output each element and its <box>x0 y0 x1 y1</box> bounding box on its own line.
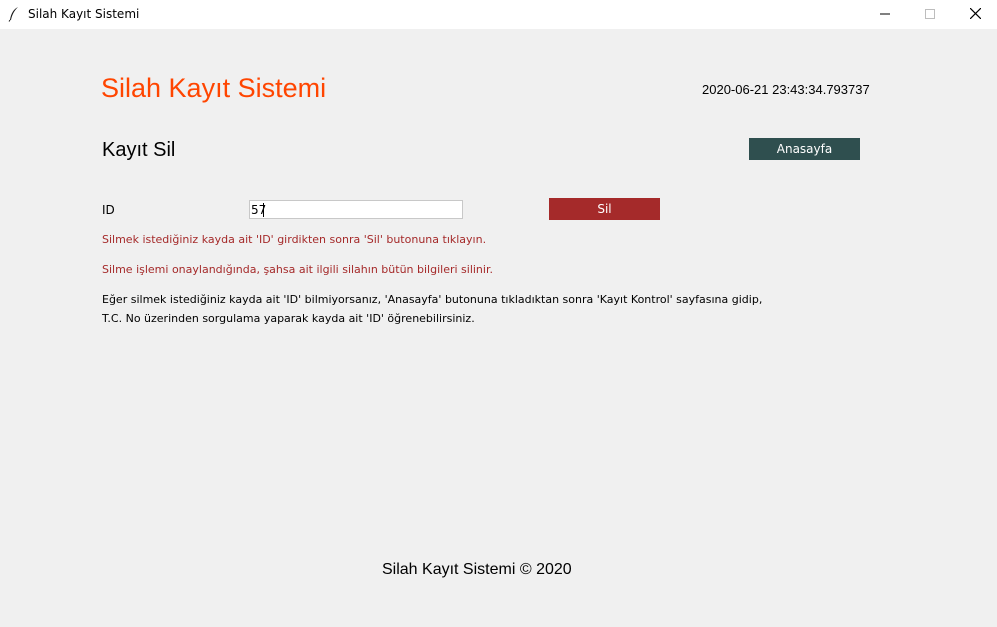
window-titlebar: Silah Kayıt Sistemi <box>0 0 997 29</box>
delete-button[interactable]: Sil <box>549 198 660 220</box>
app-client-area: Silah Kayıt Sistemi 2020-06-21 23:43:34.… <box>0 29 997 627</box>
timestamp: 2020-06-21 23:43:34.793737 <box>702 82 870 97</box>
window-title: Silah Kayıt Sistemi <box>28 7 140 21</box>
home-button[interactable]: Anasayfa <box>749 138 860 160</box>
minimize-icon <box>880 6 890 24</box>
app-title: Silah Kayıt Sistemi <box>101 73 327 103</box>
id-label: ID <box>102 203 115 217</box>
help-message-line2: T.C. No üzerinden sorgulama yaparak kayd… <box>102 312 475 325</box>
warning-message: Silme işlemi onaylandığında, şahsa ait i… <box>102 263 493 276</box>
footer-copyright: Silah Kayıt Sistemi © 2020 <box>382 561 572 578</box>
text-caret <box>263 203 264 217</box>
instruction-message: Silmek istediğiniz kayda ait 'ID' girdik… <box>102 233 487 246</box>
maximize-icon <box>925 6 935 24</box>
id-input[interactable] <box>249 200 463 219</box>
maximize-button[interactable] <box>907 0 953 29</box>
page-title: Kayıt Sil <box>102 139 176 161</box>
close-icon <box>969 6 981 24</box>
feather-icon <box>8 6 20 22</box>
close-button[interactable] <box>952 0 997 29</box>
help-message-line1: Eğer silmek istediğiniz kayda ait 'ID' b… <box>102 293 763 306</box>
minimize-button[interactable] <box>862 0 908 29</box>
